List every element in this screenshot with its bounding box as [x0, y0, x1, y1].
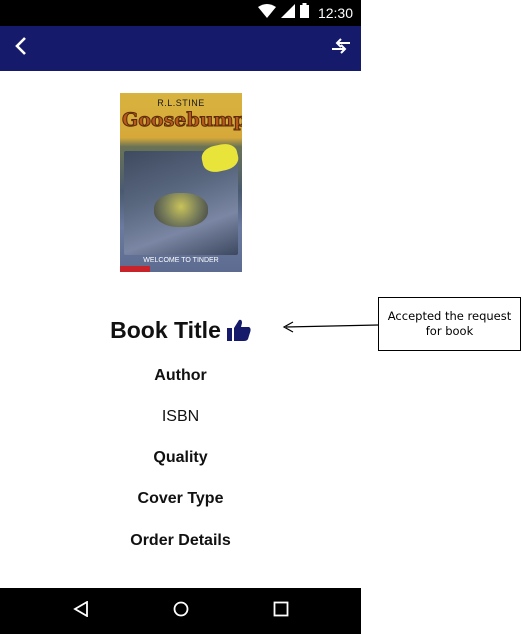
cover-type-label: Cover Type	[137, 490, 224, 507]
chevron-left-icon	[14, 36, 28, 61]
recents-square-icon	[273, 601, 289, 622]
cover-author: R.L.STINE	[157, 98, 205, 108]
annotation-text: Accepted the request for book	[387, 309, 512, 338]
page: 12:30 R.L.STINE Goosebump WELCOME TO TIN…	[0, 0, 523, 634]
nav-back-button[interactable]	[70, 599, 92, 622]
swap-button[interactable]	[327, 35, 355, 61]
status-time: 12:30	[317, 5, 353, 21]
home-circle-icon	[173, 601, 189, 622]
cover-series: Goosebumps	[122, 109, 243, 132]
cover-creature	[154, 193, 208, 227]
nav-home-button[interactable]	[170, 600, 192, 622]
isbn-label: ISBN	[161, 408, 200, 425]
back-triangle-icon	[73, 599, 89, 622]
author-label: Author	[154, 367, 207, 384]
battery-icon	[299, 3, 309, 23]
book-cover-image: R.L.STINE Goosebumps WELCOME TO TINDER	[120, 93, 242, 272]
book-title: Book Title	[110, 316, 221, 343]
wifi-icon	[257, 3, 276, 23]
swap-icon	[330, 37, 352, 59]
annotation-callout: Accepted the request for book	[378, 297, 521, 351]
navigation-bar	[0, 588, 361, 634]
status-bar: 12:30	[0, 0, 361, 26]
app-bar	[0, 26, 361, 71]
nav-recents-button[interactable]	[270, 600, 292, 622]
annotation-arrow	[282, 321, 379, 333]
cover-title: WELCOME TO TINDER	[143, 257, 219, 264]
quality-label: Quality	[153, 449, 208, 466]
cover-publisher-logo	[120, 266, 150, 272]
thumbs-up-icon	[226, 319, 251, 341]
signal-icon	[280, 3, 295, 23]
back-button[interactable]	[8, 35, 34, 61]
order-details-link[interactable]: Order Details	[0, 532, 361, 550]
status-icons: 12:30	[257, 3, 353, 23]
